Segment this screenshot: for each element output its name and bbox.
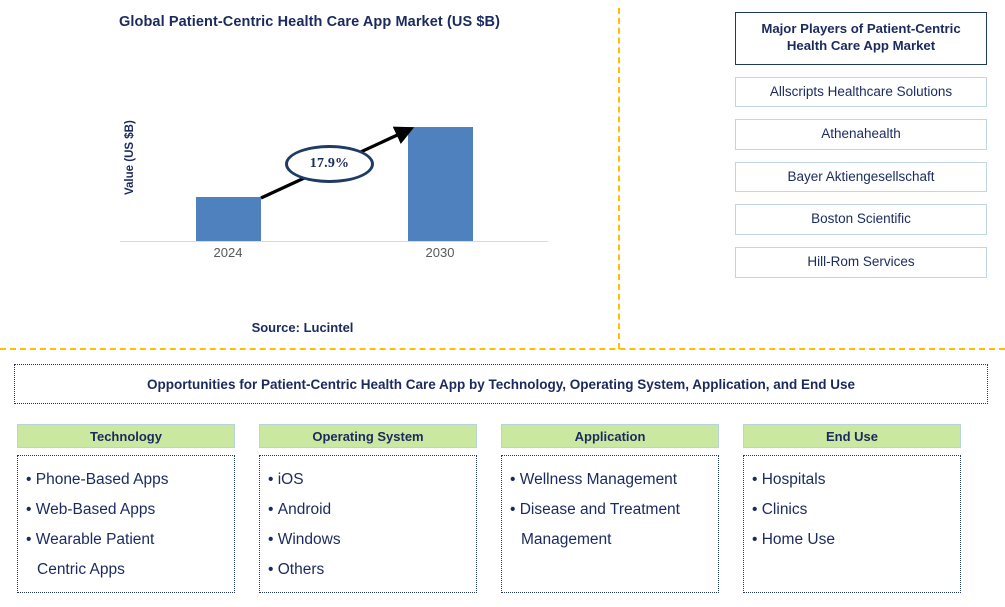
player-item[interactable]: Boston Scientific xyxy=(735,204,987,235)
category-list-item: Android xyxy=(268,495,468,525)
x-tick-label-2024: 2024 xyxy=(213,245,243,260)
player-item[interactable]: Allscripts Healthcare Solutions xyxy=(735,76,987,108)
category-column-operating-system: Operating System iOSAndroidWindowsOthers xyxy=(259,424,477,593)
category-list: HospitalsClinicsHome Use xyxy=(752,465,952,555)
category-header: Operating System xyxy=(259,424,477,448)
vertical-divider xyxy=(618,8,620,349)
category-header: Technology xyxy=(17,424,235,448)
bar-2030 xyxy=(408,127,473,241)
major-players-header: Major Players of Patient-Centric Health … xyxy=(735,12,987,65)
y-axis-label: Value (US $B) xyxy=(124,120,136,196)
category-body: HospitalsClinicsHome Use xyxy=(743,455,961,593)
category-list-item: Home Use xyxy=(752,525,952,555)
source-label: Source: Lucintel xyxy=(251,320,354,335)
category-list: iOSAndroidWindowsOthers xyxy=(268,465,468,585)
x-axis-line xyxy=(120,241,548,242)
category-column-end-use: End Use HospitalsClinicsHome Use xyxy=(743,424,961,593)
opportunities-banner-text: Opportunities for Patient-Centric Health… xyxy=(146,376,856,392)
category-list-item: Wellness Management xyxy=(510,465,710,495)
major-players-panel: Major Players of Patient-Centric Health … xyxy=(735,12,987,278)
player-item[interactable]: Hill-Rom Services xyxy=(735,246,987,278)
category-list-item: Hospitals xyxy=(752,465,952,495)
market-chart-panel: Global Patient-Centric Health Care App M… xyxy=(0,0,619,350)
cagr-badge: 17.9% xyxy=(285,145,374,183)
opportunity-categories: Technology Phone-Based AppsWeb-Based App… xyxy=(17,424,977,593)
category-list-item: Wearable Patient Centric Apps xyxy=(26,525,226,585)
category-column-application: Application Wellness ManagementDisease a… xyxy=(501,424,719,593)
category-body: Phone-Based AppsWeb-Based AppsWearable P… xyxy=(17,455,235,593)
category-list: Phone-Based AppsWeb-Based AppsWearable P… xyxy=(26,465,226,585)
category-body: Wellness ManagementDisease and Treatment… xyxy=(501,455,719,593)
category-header: Application xyxy=(501,424,719,448)
category-list-item: Phone-Based Apps xyxy=(26,465,226,495)
category-list-item: Others xyxy=(268,555,468,585)
category-column-technology: Technology Phone-Based AppsWeb-Based App… xyxy=(17,424,235,593)
category-list-item: Clinics xyxy=(752,495,952,525)
chart-title: Global Patient-Centric Health Care App M… xyxy=(118,14,501,30)
category-list: Wellness ManagementDisease and Treatment… xyxy=(510,465,710,555)
x-tick-label-2030: 2030 xyxy=(425,245,455,260)
category-list-item: iOS xyxy=(268,465,468,495)
opportunities-banner: Opportunities for Patient-Centric Health… xyxy=(14,364,988,404)
category-list-item: Windows xyxy=(268,525,468,555)
category-header: End Use xyxy=(743,424,961,448)
bar-2024 xyxy=(196,197,261,241)
player-item[interactable]: Athenahealth xyxy=(735,119,987,150)
category-list-item: Web-Based Apps xyxy=(26,495,226,525)
player-item[interactable]: Bayer Aktiengesellschaft xyxy=(735,161,987,193)
category-body: iOSAndroidWindowsOthers xyxy=(259,455,477,593)
category-list-item: Disease and Treatment Management xyxy=(510,495,710,555)
top-section: Global Patient-Centric Health Care App M… xyxy=(0,0,1005,350)
cagr-value: 17.9% xyxy=(309,156,350,171)
horizontal-divider xyxy=(0,348,1005,350)
